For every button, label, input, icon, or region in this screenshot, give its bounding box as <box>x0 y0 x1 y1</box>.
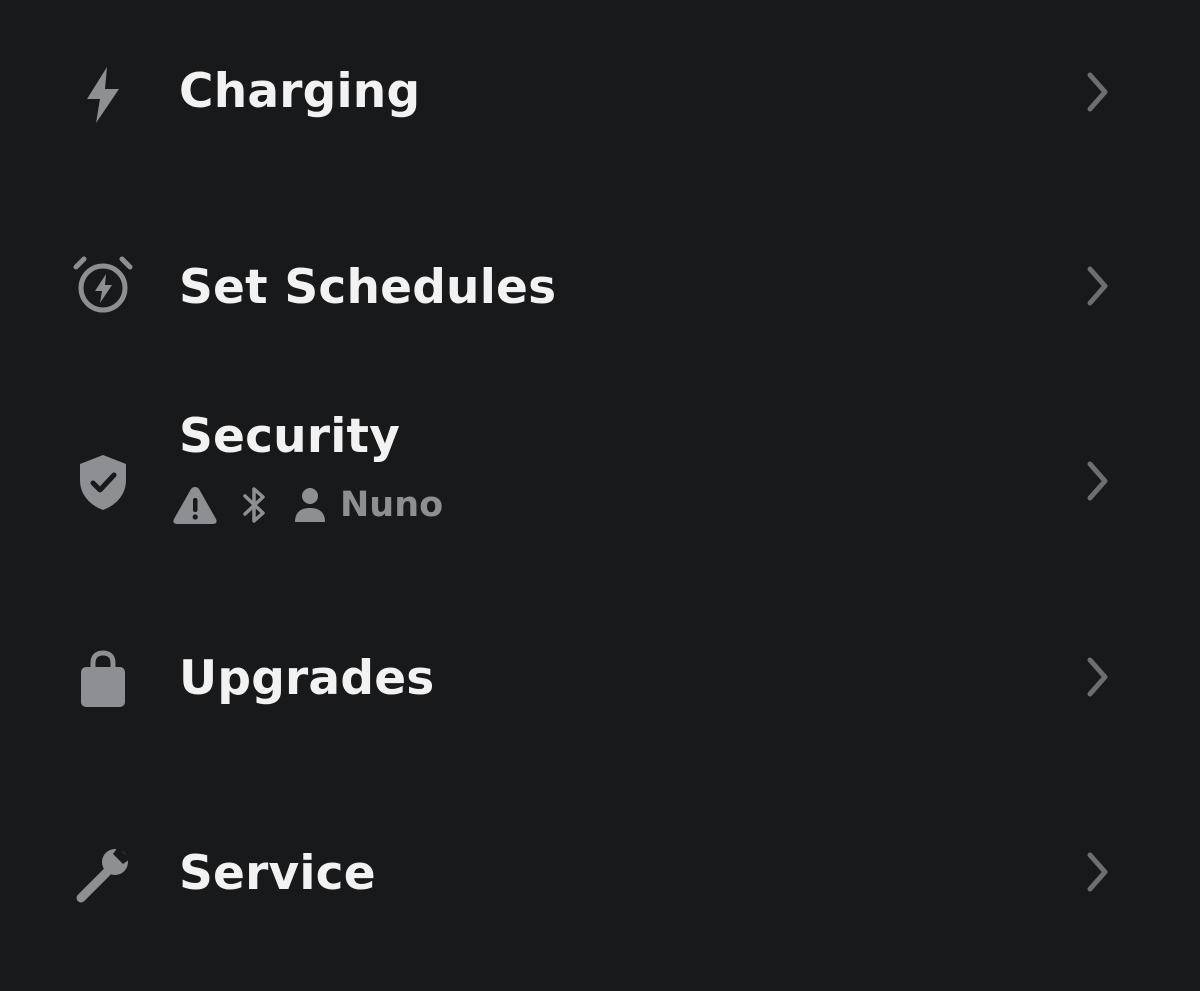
security-status: Nuno <box>172 480 443 530</box>
shopping-bag-icon <box>72 648 134 710</box>
shield-check-icon <box>72 451 134 513</box>
chevron-right-icon <box>1078 459 1116 503</box>
menu-item-label: Security <box>179 409 401 464</box>
wrench-icon <box>72 843 134 905</box>
chevron-right-icon <box>1078 70 1116 114</box>
chevron-right-icon <box>1078 655 1116 699</box>
chevron-right-icon <box>1078 264 1116 308</box>
user-name: Nuno <box>340 485 444 525</box>
menu-item-label: Charging <box>179 64 421 119</box>
menu-item-charging[interactable]: Charging <box>0 60 1200 130</box>
menu-item-label: Service <box>179 846 376 901</box>
alarm-clock-bolt-icon <box>72 253 134 315</box>
person-icon <box>292 482 328 528</box>
warning-triangle-icon <box>172 482 218 528</box>
chevron-right-icon <box>1078 850 1116 894</box>
menu-item-upgrades[interactable]: Upgrades <box>0 645 1200 719</box>
bluetooth-icon <box>236 482 272 528</box>
menu-item-service[interactable]: Service <box>0 840 1200 914</box>
lightning-bolt-icon <box>72 64 134 126</box>
settings-menu: Charging Set Schedules Security Nuno Upg… <box>0 0 1200 991</box>
menu-item-label: Upgrades <box>179 651 435 706</box>
menu-item-set-schedules[interactable]: Set Schedules <box>0 250 1200 324</box>
menu-item-label: Set Schedules <box>179 260 557 315</box>
